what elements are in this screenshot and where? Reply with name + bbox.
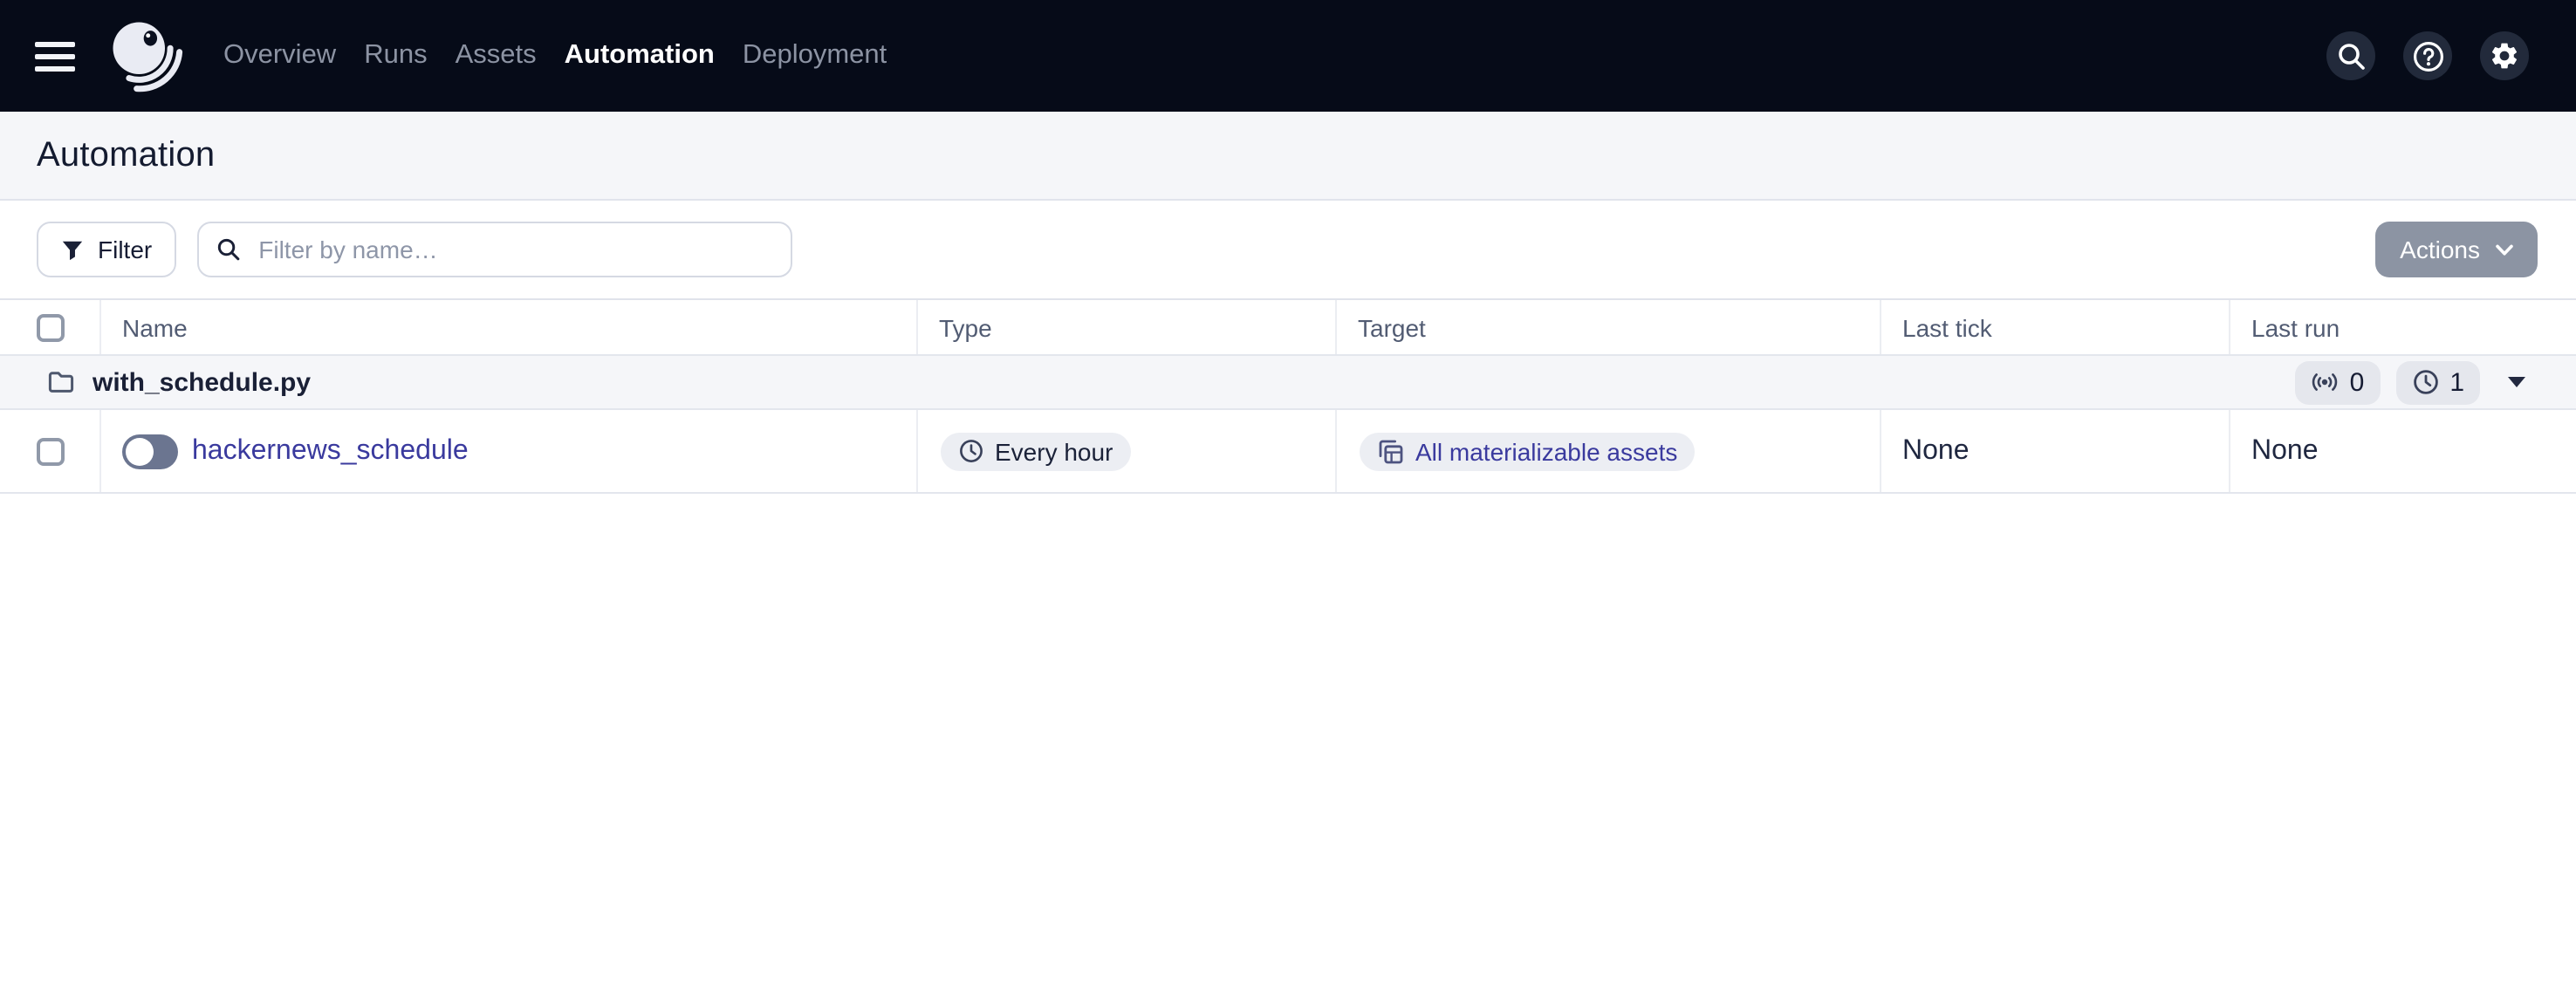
clock-icon bbox=[2413, 370, 2438, 394]
nav-item-runs[interactable]: Runs bbox=[364, 33, 427, 79]
funnel-icon bbox=[62, 240, 83, 260]
search-icon bbox=[2338, 43, 2364, 69]
row-checkbox[interactable] bbox=[36, 437, 64, 465]
row-last-run-cell: None bbox=[2229, 410, 2576, 492]
row-target-cell: All materializable assets bbox=[1335, 410, 1880, 492]
row-last-tick-cell: None bbox=[1880, 410, 2229, 492]
last-tick-value: None bbox=[1902, 435, 1970, 465]
top-nav: Overview Runs Assets Automation Deployme… bbox=[0, 0, 2576, 112]
page-title: Automation bbox=[37, 135, 216, 174]
nav-icon-buttons bbox=[2326, 31, 2529, 80]
target-assets-link[interactable]: All materializable assets bbox=[1360, 432, 1696, 470]
caret-down-icon bbox=[2508, 377, 2525, 387]
schedule-interval-tag: Every hour bbox=[941, 432, 1131, 470]
header-last-run: Last run bbox=[2229, 300, 2576, 354]
row-type-cell: Every hour bbox=[916, 410, 1335, 492]
row-name-cell: hackernews_schedule bbox=[99, 410, 916, 492]
group-counts: 0 1 bbox=[2295, 360, 2532, 404]
last-run-value: None bbox=[2251, 435, 2319, 465]
table-row: hackernews_schedule Every hour All mater… bbox=[0, 410, 2576, 494]
nav-item-automation[interactable]: Automation bbox=[565, 33, 715, 79]
name-filter-input[interactable] bbox=[255, 234, 774, 265]
schedule-count: 1 bbox=[2449, 367, 2464, 397]
folder-icon bbox=[48, 372, 74, 393]
search-icon bbox=[218, 238, 240, 261]
sensor-icon bbox=[2312, 373, 2338, 391]
toolbar: Filter Actions bbox=[0, 201, 2576, 298]
main-nav: Overview Runs Assets Automation Deployme… bbox=[223, 33, 887, 79]
group-row-with-schedule[interactable]: with_schedule.py 0 1 bbox=[0, 356, 2576, 410]
nav-item-overview[interactable]: Overview bbox=[223, 33, 336, 79]
filter-button[interactable]: Filter bbox=[37, 222, 177, 277]
actions-button[interactable]: Actions bbox=[2375, 222, 2538, 277]
header-last-tick: Last tick bbox=[1880, 300, 2229, 354]
schedule-interval-label: Every hour bbox=[995, 437, 1113, 465]
toggle-knob bbox=[126, 437, 154, 465]
dagster-logo-icon bbox=[113, 22, 183, 92]
asset-group-icon bbox=[1379, 439, 1403, 463]
table-header-row: Name Type Target Last tick Last run bbox=[0, 300, 2576, 356]
schedule-count-badge: 1 bbox=[2395, 360, 2480, 404]
settings-icon bbox=[2491, 43, 2518, 69]
sensor-count-badge: 0 bbox=[2295, 360, 2381, 404]
collapse-group-button[interactable] bbox=[2501, 373, 2532, 391]
sensor-count: 0 bbox=[2349, 367, 2365, 397]
nav-item-assets[interactable]: Assets bbox=[456, 33, 537, 79]
settings-button[interactable] bbox=[2480, 31, 2529, 80]
header-type: Type bbox=[916, 300, 1335, 354]
header-select-all-cell bbox=[0, 300, 99, 354]
select-all-checkbox[interactable] bbox=[36, 313, 64, 341]
schedule-toggle[interactable] bbox=[122, 434, 178, 468]
group-name: with_schedule.py bbox=[92, 367, 312, 397]
dagster-logo[interactable] bbox=[110, 16, 183, 96]
search-button[interactable] bbox=[2326, 31, 2375, 80]
header-name: Name bbox=[99, 300, 916, 354]
help-icon bbox=[2413, 41, 2442, 71]
dagster-automation-page: Overview Runs Assets Automation Deployme… bbox=[0, 0, 2576, 991]
schedule-name-link[interactable]: hackernews_schedule bbox=[192, 435, 469, 467]
clock-icon bbox=[960, 440, 983, 462]
name-filter-box bbox=[197, 222, 793, 277]
page-title-band: Automation bbox=[0, 112, 2576, 201]
header-target: Target bbox=[1335, 300, 1880, 354]
filter-button-label: Filter bbox=[98, 236, 153, 263]
hamburger-menu-button[interactable] bbox=[17, 17, 94, 94]
actions-button-label: Actions bbox=[2400, 236, 2480, 263]
target-assets-label: All materializable assets bbox=[1415, 437, 1678, 465]
nav-item-deployment[interactable]: Deployment bbox=[743, 33, 887, 79]
chevron-down-icon bbox=[2496, 243, 2513, 255]
row-select-cell bbox=[0, 410, 99, 492]
automations-table: Name Type Target Last tick Last run with… bbox=[0, 298, 2576, 494]
help-button[interactable] bbox=[2403, 31, 2452, 80]
hamburger-icon bbox=[35, 41, 75, 46]
